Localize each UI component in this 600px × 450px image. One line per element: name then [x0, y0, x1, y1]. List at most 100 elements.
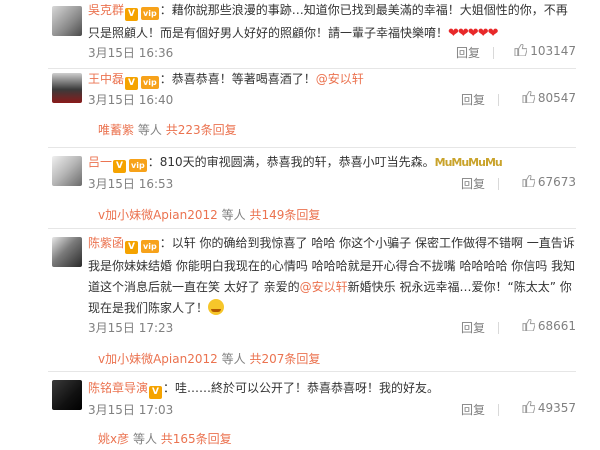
verified-badge[interactable]: V [125, 71, 139, 92]
vip-icon: vip [141, 240, 159, 253]
timestamp: 3月15日 17:03 [88, 403, 174, 417]
sub-reply-count-link[interactable]: 共149条回复 [249, 208, 320, 222]
comment-meta: 3月15日 16:40 回复 80547 [88, 91, 576, 109]
username-link[interactable]: 陈紫函 [88, 236, 124, 250]
divider [498, 404, 499, 416]
sub-reply-count-link[interactable]: 共207条回复 [249, 352, 320, 366]
sub-reply-user[interactable]: v加小妹微Apian2012 [98, 352, 218, 366]
comment-item: 王中磊 Vvip ：恭喜恭喜！等著喝喜酒了！@安以轩 3月15日 16:40 回复 … [0, 69, 600, 147]
verified-v-icon: V [149, 386, 163, 399]
like-count: 49357 [537, 401, 576, 415]
sub-reply-count-link[interactable]: 共165条回复 [161, 432, 232, 446]
like-count: 68661 [537, 319, 576, 333]
comment-meta: 3月15日 16:36 回复 103147 [88, 44, 576, 62]
separator-colon: ： [159, 72, 172, 86]
avatar[interactable] [52, 156, 82, 186]
thumbs-up-icon [522, 175, 535, 187]
mention-link[interactable]: @安以轩 [300, 280, 348, 294]
vip-badge[interactable]: vip [140, 2, 159, 23]
comment-body: 810天的审视圆满，恭喜我的轩，恭喜小叮当先森。 [159, 155, 435, 169]
separator-colon: ： [159, 3, 172, 17]
divider [498, 94, 499, 106]
thumbs-up-icon [522, 319, 535, 331]
reply-button[interactable]: 回复 [461, 175, 485, 192]
vip-badge[interactable]: vip [140, 71, 159, 92]
timestamp: 3月15日 16:53 [88, 177, 174, 191]
comment-meta: 3月15日 17:23 回复 68661 [88, 319, 576, 337]
vip-badge[interactable]: vip [140, 235, 159, 256]
comment-item: 陈紫函 Vvip ：以轩 你的确给到我惊喜了 哈哈 你这个小骗子 保密工作做得不错啊… [0, 229, 600, 371]
username-link[interactable]: 吳克群 [88, 3, 124, 17]
thumbs-up-icon [522, 401, 535, 413]
like-button[interactable]: 49357 [522, 401, 576, 415]
verified-v-icon: V [113, 160, 127, 173]
timestamp: 3月15日 16:36 [88, 46, 174, 60]
mumu-emoji-icon: MuMuMuMu [434, 156, 503, 169]
verified-badge[interactable]: V [149, 380, 163, 401]
reply-button[interactable]: 回复 [461, 91, 485, 108]
sub-reply-user[interactable]: 姚x彦 [98, 432, 129, 446]
timestamp: 3月15日 17:23 [88, 321, 174, 335]
comment-feed: 吳克群 Vvip ：藉你說那些浪漫的事跡…知道你已找到最美滿的幸福！大姐個性的你，不… [0, 0, 600, 450]
verified-v-icon: V [125, 8, 139, 21]
comment-item: 陈铭章导演 V ：哇……終於可以公开了！恭喜恭喜呀！我的好友。 3月15日 17:0… [0, 372, 600, 450]
like-count: 80547 [537, 91, 576, 105]
like-button[interactable]: 68661 [522, 319, 576, 333]
avatar[interactable] [52, 380, 82, 410]
like-count: 103147 [530, 44, 576, 58]
like-button[interactable]: 80547 [522, 91, 576, 105]
comment-meta: 3月15日 17:03 回复 49357 [88, 401, 576, 419]
sub-reply-user[interactable]: v加小妹微Apian2012 [98, 208, 218, 222]
username-link[interactable]: 陈铭章导演 [88, 381, 148, 395]
verified-badge[interactable]: V [113, 154, 127, 175]
verified-badge[interactable]: V [125, 2, 139, 23]
verified-v-icon: V [125, 77, 139, 90]
reply-button[interactable]: 回复 [461, 319, 485, 336]
divider [493, 47, 494, 59]
separator-colon: ： [163, 381, 176, 395]
sub-reply-count-link[interactable]: 共223条回复 [166, 123, 237, 137]
username-link[interactable]: 王中磊 [88, 72, 124, 86]
divider [498, 322, 499, 334]
sub-reply-text: 等人 [132, 432, 157, 446]
comment-body: 哇……終於可以公开了！恭喜恭喜呀！我的好友。 [175, 381, 440, 395]
grin-emoji-icon [208, 299, 225, 315]
thumbs-up-icon [522, 91, 535, 103]
sub-reply-summary[interactable]: 姚x彦 等人 共165条回复 [98, 430, 232, 447]
comment-item: 吳克群 Vvip ：藉你說那些浪漫的事跡…知道你已找到最美滿的幸福！大姐個性的你，不… [0, 0, 600, 68]
comment-text: 王中磊 Vvip ：恭喜恭喜！等著喝喜酒了！@安以轩 [88, 69, 576, 92]
avatar[interactable] [52, 73, 82, 103]
vip-icon: vip [141, 7, 159, 20]
comment-text: 吳克群 Vvip ：藉你說那些浪漫的事跡…知道你已找到最美滿的幸福！大姐個性的你，不… [88, 0, 576, 44]
sub-reply-text: 等人 [221, 352, 246, 366]
sub-reply-summary[interactable]: v加小妹微Apian2012 等人 共149条回复 [98, 206, 320, 223]
sub-reply-text: 等人 [137, 123, 162, 137]
mention-link[interactable]: @安以轩 [316, 72, 364, 86]
vip-icon: vip [129, 159, 147, 172]
comment-text: 吕一 Vvip ：810天的审视圆满，恭喜我的轩，恭喜小叮当先森。MuMuMuMu [88, 152, 576, 175]
like-button[interactable]: 67673 [522, 175, 576, 189]
comment-text: 陈紫函 Vvip ：以轩 你的确给到我惊喜了 哈哈 你这个小骗子 保密工作做得不错啊… [88, 233, 576, 319]
separator-colon: ： [159, 236, 172, 250]
separator-colon: ： [147, 155, 160, 169]
avatar[interactable] [52, 6, 82, 36]
comment-meta: 3月15日 16:53 回复 67673 [88, 175, 576, 193]
comment-item: 吕一 Vvip ：810天的审视圆满，恭喜我的轩，恭喜小叮当先森。MuMuMuMu … [0, 148, 600, 228]
sub-reply-user[interactable]: 唯蓄紫 [98, 123, 134, 137]
vip-icon: vip [141, 76, 159, 89]
username-link[interactable]: 吕一 [88, 155, 112, 169]
thumbs-up-icon [514, 44, 528, 56]
verified-badge[interactable]: V [125, 235, 139, 256]
reply-button[interactable]: 回复 [456, 44, 480, 61]
reply-button[interactable]: 回复 [461, 401, 485, 418]
like-button[interactable]: 103147 [514, 44, 576, 58]
sub-reply-text: 等人 [221, 208, 246, 222]
avatar[interactable] [52, 237, 82, 267]
sub-reply-summary[interactable]: 唯蓄紫 等人 共223条回复 [98, 121, 237, 138]
comment-text: 陈铭章导演 V ：哇……終於可以公开了！恭喜恭喜呀！我的好友。 [88, 378, 576, 401]
timestamp: 3月15日 16:40 [88, 93, 174, 107]
divider [498, 178, 499, 190]
vip-badge[interactable]: vip [128, 154, 147, 175]
heart-emoji-icon: ❤❤❤❤❤ [448, 26, 498, 41]
sub-reply-summary[interactable]: v加小妹微Apian2012 等人 共207条回复 [98, 350, 320, 367]
